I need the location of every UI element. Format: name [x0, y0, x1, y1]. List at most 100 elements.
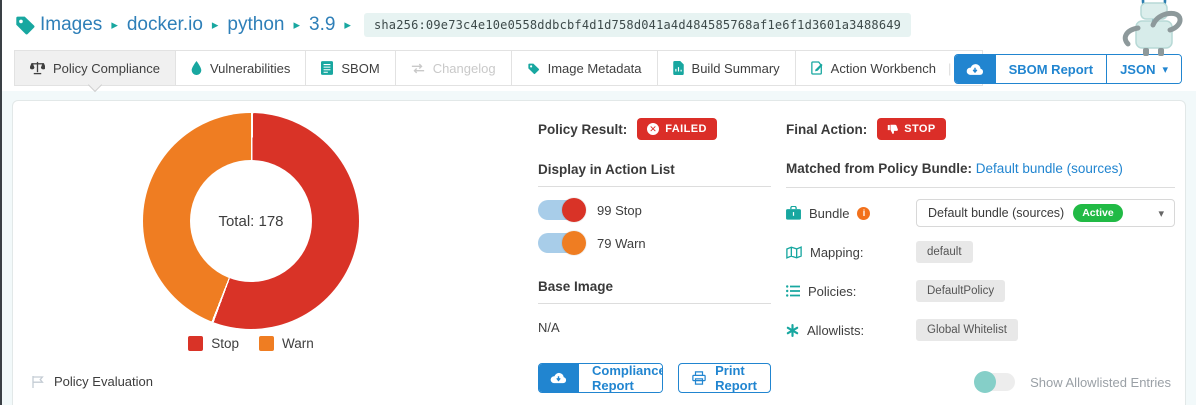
tab-label: Vulnerabilities	[210, 61, 290, 76]
warn-swatch-icon	[259, 336, 274, 351]
stop-toggle-label: 99 Stop	[597, 203, 642, 218]
balance-scale-icon	[30, 61, 45, 75]
droplet-icon	[191, 61, 202, 75]
allowlists-value-badge: Global Whitelist	[916, 319, 1018, 341]
cloud-download-icon	[550, 372, 567, 384]
briefcase-icon	[786, 206, 801, 220]
breadcrumb-item-images[interactable]: Images	[40, 14, 102, 36]
legend-item-stop: Stop	[188, 336, 239, 351]
robot-mascot-icon	[1116, 0, 1188, 63]
compliance-report-button[interactable]: Compliance Report	[578, 364, 663, 392]
window-left-edge	[0, 0, 2, 405]
image-digest-badge: sha256:09e73c4e10e0558ddbcbf4d1d758d041a…	[364, 13, 911, 37]
base-image-value: N/A	[538, 320, 771, 335]
stop-swatch-icon	[188, 336, 203, 351]
tab-label: SBOM	[341, 61, 379, 76]
allowlists-row: Allowlists: Global Whitelist	[786, 316, 1175, 344]
legend-label: Warn	[282, 336, 314, 351]
tab-label: Policy Compliance	[53, 61, 160, 76]
final-action-badge: STOP	[877, 118, 945, 140]
download-button[interactable]	[539, 364, 578, 392]
file-chart-icon	[673, 61, 684, 75]
donut-center: Total: 178	[190, 160, 312, 282]
printer-icon	[692, 371, 706, 385]
matched-bundle-label: Matched from Policy Bundle:	[786, 161, 972, 176]
chevron-right-icon	[293, 17, 300, 33]
policy-results-donut-chart: Total: 178	[143, 113, 359, 329]
matched-bundle-link[interactable]: Default bundle (sources)	[976, 161, 1123, 176]
bundle-select[interactable]: Default bundle (sources) Active	[916, 199, 1175, 227]
tab-label: Action Workbench	[831, 61, 936, 76]
warn-toggle[interactable]	[538, 233, 584, 253]
tab-image-metadata[interactable]: Image Metadata	[511, 50, 658, 86]
thumbs-down-icon	[887, 124, 898, 135]
list-document-icon	[321, 61, 333, 75]
compliance-report-button-group: Compliance Report JSON	[538, 363, 663, 393]
flag-icon	[31, 375, 45, 389]
donut-legend: Stop Warn	[143, 336, 359, 351]
tab-changelog: Changelog	[395, 50, 512, 86]
mapping-label: Mapping:	[810, 245, 863, 260]
tab-label: Image Metadata	[548, 61, 642, 76]
info-icon[interactable]	[857, 207, 870, 220]
mapping-value-badge: default	[916, 241, 973, 263]
chevron-right-icon	[212, 17, 219, 33]
tab-label: Build Summary	[692, 61, 780, 76]
policy-evaluation-header: Policy Evaluation	[31, 374, 153, 389]
display-in-action-list-header: Display in Action List	[538, 162, 771, 187]
stop-toggle[interactable]	[538, 200, 584, 220]
policy-compliance-panel: Total: 178 Stop Warn Policy Result: FAIL…	[12, 100, 1186, 405]
warn-toggle-label: 79 Warn	[597, 236, 646, 251]
list-icon	[786, 285, 800, 297]
policy-result-label: Policy Result:	[538, 122, 627, 137]
tag-icon	[527, 62, 540, 75]
sbom-report-button[interactable]: SBOM Report	[995, 55, 1107, 83]
show-allowlisted-toggle[interactable]	[975, 373, 1015, 391]
warn-toggle-row: 79 Warn	[538, 233, 771, 253]
bundle-row: Bundle Default bundle (sources) Active	[786, 199, 1175, 227]
cloud-download-icon	[966, 63, 984, 76]
donut-total-label: Total: 178	[218, 213, 283, 230]
file-edit-icon	[811, 61, 823, 75]
policy-evaluation-title: Policy Evaluation	[54, 374, 153, 389]
asterisk-icon	[786, 324, 799, 337]
policies-value-badge: DefaultPolicy	[916, 280, 1005, 302]
base-image-header: Base Image	[538, 279, 771, 304]
stop-toggle-row: 99 Stop	[538, 200, 771, 220]
policies-label: Policies:	[808, 284, 856, 299]
tab-vulnerabilities[interactable]: Vulnerabilities	[175, 50, 306, 86]
chevron-right-icon	[111, 17, 118, 33]
tab-label: Changelog	[433, 61, 496, 76]
show-allowlisted-row: Show Allowlisted Entries	[975, 373, 1171, 391]
show-allowlisted-label: Show Allowlisted Entries	[1030, 375, 1171, 390]
download-button[interactable]	[955, 55, 995, 83]
tag-icon	[14, 14, 36, 36]
times-circle-icon	[647, 123, 659, 135]
breadcrumb-item-registry[interactable]: docker.io	[127, 14, 203, 36]
exchange-arrows-icon	[411, 63, 425, 74]
bundle-selected-value: Default bundle (sources)	[928, 206, 1064, 220]
tab-build-summary[interactable]: Build Summary	[657, 50, 796, 86]
page-header: Images docker.io python 3.9 sha256:09e73…	[2, 0, 1196, 50]
bundle-active-badge: Active	[1073, 204, 1123, 222]
breadcrumb-item-tag[interactable]: 3.9	[309, 14, 335, 36]
policy-result-badge: FAILED	[637, 118, 717, 140]
legend-label: Stop	[211, 336, 239, 351]
allowlists-label: Allowlists:	[807, 323, 864, 338]
map-icon	[786, 246, 802, 259]
breadcrumb: Images docker.io python 3.9 sha256:09e73…	[36, 13, 911, 37]
chevron-down-icon	[1158, 207, 1164, 220]
policy-bundle-column: Final Action: STOP Matched from Policy B…	[786, 101, 1175, 344]
tab-divider: |	[948, 61, 951, 76]
summary-column: Policy Result: FAILED Display in Action …	[538, 101, 771, 393]
tab-sbom[interactable]: SBOM	[305, 50, 395, 86]
breadcrumb-item-repository[interactable]: python	[227, 14, 284, 36]
print-report-button[interactable]: Print Report	[678, 363, 771, 393]
chevron-right-icon	[344, 17, 351, 33]
tab-bar: Policy Compliance Vulnerabilities SBOM C…	[2, 50, 1196, 91]
legend-item-warn: Warn	[259, 336, 314, 351]
tab-policy-compliance[interactable]: Policy Compliance	[14, 50, 176, 86]
bundle-label: Bundle	[809, 206, 849, 221]
policies-row: Policies: DefaultPolicy	[786, 277, 1175, 305]
matched-bundle-row: Matched from Policy Bundle: Default bund…	[786, 161, 1175, 188]
